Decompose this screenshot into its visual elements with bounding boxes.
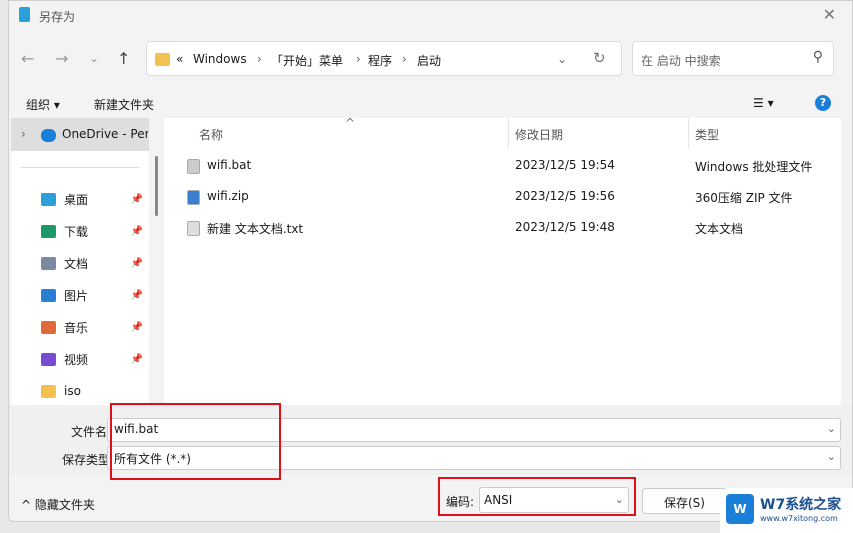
file-name: 新建 文本文档.txt — [207, 222, 304, 236]
sidebar-item-label: 视频 — [64, 352, 89, 367]
sort-ascending-icon: ^ — [345, 116, 356, 130]
file-name: wifi.bat — [207, 158, 252, 172]
refresh-button[interactable]: ↻ — [593, 49, 606, 67]
sidebar-scrollbar[interactable] — [155, 156, 158, 216]
back-button[interactable]: ← — [21, 49, 34, 68]
chevron-down-icon: ⌄ — [826, 450, 836, 463]
pin-icon: 📌 — [130, 225, 143, 237]
sidebar-item-video[interactable]: 视频 📌 — [41, 349, 147, 369]
file-row[interactable]: wifi.zip 2023/12/5 19:56 360压缩 ZIP 文件 — [164, 184, 824, 210]
file-type: 文本文档 — [695, 222, 744, 236]
search-icon[interactable]: ⚲ — [813, 49, 823, 65]
sidebar-item-download[interactable]: 下载 📌 — [41, 221, 147, 241]
breadcrumb-windows[interactable]: Windows — [193, 52, 247, 66]
up-button[interactable]: ↑ — [117, 49, 130, 68]
sidebar-item-label: 下载 — [64, 224, 89, 239]
sidebar-item-label: OneDrive - Per — [62, 127, 148, 141]
file-icon — [187, 221, 200, 236]
notepad-icon — [19, 7, 30, 22]
sidebar-item-label: 桌面 — [64, 192, 89, 207]
sidebar-item-desktop[interactable]: 桌面 📌 — [41, 189, 147, 209]
new-folder-button[interactable]: 新建文件夹 — [94, 96, 154, 113]
sidebar-item-onedrive[interactable]: › OneDrive - Per — [11, 118, 149, 151]
watermark-brand: W7系统之家 — [760, 497, 842, 513]
document-icon — [41, 256, 56, 270]
file-modified: 2023/12/5 19:48 — [515, 220, 615, 234]
sidebar-item-label: 文档 — [64, 256, 89, 271]
sidebar-item-label: 图片 — [64, 288, 89, 303]
file-list: ^ 名称 修改日期 类型 wifi.bat 2023/12/5 19:54 Wind… — [164, 116, 841, 405]
desktop-icon — [41, 192, 56, 206]
search-box[interactable]: 在 启动 中搜索 ⚲ — [632, 41, 834, 76]
pin-icon: 📌 — [130, 257, 143, 269]
breadcrumb-programs[interactable]: 程序 — [368, 52, 392, 69]
save-button[interactable]: 保存(S) — [642, 488, 727, 514]
folder-icon — [155, 53, 170, 66]
breadcrumb-separator: › — [257, 52, 262, 66]
file-icon — [187, 159, 200, 174]
address-bar[interactable]: « Windows › 「开始」菜单 › 程序 › 启动 ⌄ ↻ — [146, 41, 622, 76]
pin-icon: 📌 — [130, 353, 143, 365]
pin-icon: 📌 — [130, 193, 143, 205]
file-type: Windows 批处理文件 — [695, 160, 813, 174]
pin-icon: 📌 — [130, 289, 143, 301]
breadcrumb-separator: › — [402, 52, 407, 66]
column-header-modified[interactable]: 修改日期 — [515, 126, 563, 143]
column-header-type[interactable]: 类型 — [695, 126, 719, 143]
sidebar-item-pictures[interactable]: 图片 📌 — [41, 285, 147, 305]
video-icon — [41, 352, 56, 366]
file-row[interactable]: 新建 文本文档.txt 2023/12/5 19:48 文本文档 — [164, 215, 824, 241]
column-header-name[interactable]: 名称 — [199, 126, 223, 143]
sidebar-item-label: iso — [64, 384, 81, 398]
file-name: wifi.zip — [207, 189, 249, 203]
highlight-box — [110, 403, 281, 480]
breadcrumb-overflow[interactable]: « — [176, 52, 183, 66]
forward-button[interactable]: → — [55, 49, 68, 68]
breadcrumb-separator: › — [356, 52, 361, 66]
navigation-pane: › OneDrive - Per 桌面 📌 下载 📌 文档 📌 图片 📌 音乐 📌 视频 📌 iso — [11, 118, 149, 405]
breadcrumb-start-menu[interactable]: 「开始」菜单 — [271, 52, 343, 69]
divider — [21, 167, 139, 168]
sidebar-item-music[interactable]: 音乐 📌 — [41, 317, 147, 337]
file-type: 360压缩 ZIP 文件 — [695, 191, 793, 205]
watermark: W W7系统之家 www.w7xitong.com — [720, 488, 853, 533]
hide-folders-button[interactable]: ^ 隐藏文件夹 — [21, 496, 95, 513]
file-row[interactable]: wifi.bat 2023/12/5 19:54 Windows 批处理文件 — [164, 153, 824, 179]
watermark-url: www.w7xitong.com — [760, 514, 838, 523]
search-input[interactable]: 在 启动 中搜索 — [641, 52, 721, 69]
organize-button[interactable]: 组织 ▾ — [26, 96, 60, 113]
help-button[interactable]: ? — [815, 95, 831, 111]
close-button[interactable]: ✕ — [823, 5, 836, 24]
highlight-box — [438, 477, 636, 516]
download-icon — [41, 224, 56, 238]
cloud-icon — [41, 129, 56, 142]
music-icon — [41, 320, 56, 334]
file-modified: 2023/12/5 19:54 — [515, 158, 615, 172]
chevron-down-icon: ⌄ — [826, 422, 836, 435]
sidebar-item-folder[interactable]: iso — [41, 381, 147, 401]
dialog-title: 另存为 — [39, 10, 76, 24]
file-icon — [187, 190, 200, 205]
folder-icon — [41, 384, 56, 398]
watermark-logo: W — [726, 494, 754, 524]
view-options-button[interactable]: ☰ ▾ — [753, 96, 774, 110]
breadcrumb-startup[interactable]: 启动 — [417, 52, 441, 69]
pictures-icon — [41, 288, 56, 302]
pin-icon: 📌 — [130, 321, 143, 333]
sidebar-item-document[interactable]: 文档 📌 — [41, 253, 147, 273]
recent-locations-button[interactable]: ⌄ — [89, 51, 99, 65]
sidebar-item-label: 音乐 — [64, 320, 89, 335]
address-dropdown-button[interactable]: ⌄ — [557, 52, 567, 66]
file-modified: 2023/12/5 19:56 — [515, 189, 615, 203]
